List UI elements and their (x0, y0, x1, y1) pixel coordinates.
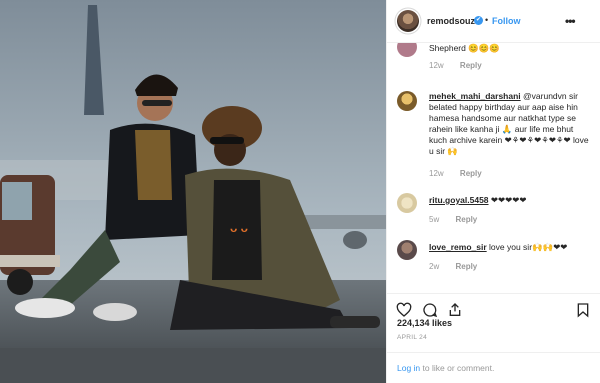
comment-username[interactable]: love_remo_sir (429, 242, 487, 252)
heart-icon[interactable] (396, 302, 412, 318)
reply-button[interactable]: Reply (455, 215, 477, 224)
login-text: to like or comment. (420, 363, 495, 373)
separator-dot: • (485, 15, 489, 25)
post-sidebar: remodsouza ✔ • Follow ••• Shepherd 😊😊😊 1… (386, 0, 600, 383)
comment-icon[interactable] (422, 302, 438, 318)
avatar[interactable] (397, 10, 419, 32)
comment-username[interactable]: ritu.goyal.5458 (429, 195, 489, 205)
comment-meta: 2w Reply (429, 262, 477, 271)
comments-list[interactable]: Shepherd 😊😊😊 12w Reply mehek_mahi_darsha… (387, 43, 600, 293)
post-header: remodsouza ✔ • Follow ••• (387, 0, 600, 43)
bookmark-icon[interactable] (575, 302, 591, 318)
instagram-post: ᴗ ᴗ remodsouza ✔ • Follow ••• Shepherd 😊… (0, 0, 600, 383)
likes-count[interactable]: 224,134 likes (397, 318, 452, 328)
comment-time[interactable]: 12w (429, 61, 444, 70)
post-date[interactable]: APRIL 24 (397, 334, 427, 341)
comment-time[interactable]: 12w (429, 169, 444, 178)
comment-meta: 12w Reply (429, 169, 482, 178)
comment-meta: 5w Reply (429, 215, 477, 224)
comment-time[interactable]: 5w (429, 215, 439, 224)
comment-avatar[interactable] (397, 91, 417, 111)
comment-time[interactable]: 2w (429, 262, 439, 271)
comment-text: Shepherd 😊😊😊 (429, 43, 500, 53)
verified-icon: ✔ (474, 16, 483, 25)
more-icon[interactable]: ••• (565, 14, 576, 28)
reply-button[interactable]: Reply (460, 169, 482, 178)
post-photo[interactable]: ᴗ ᴗ (0, 0, 386, 383)
comment-text: mehek_mahi_darshani @varundvn sir belate… (429, 91, 589, 156)
post-username[interactable]: remodsouza (427, 16, 480, 26)
reply-button[interactable]: Reply (455, 262, 477, 271)
comment-avatar[interactable] (397, 240, 417, 260)
photo-illustration: ᴗ ᴗ (0, 0, 386, 383)
comment-text: love_remo_sir love you sir🙌🙌❤❤ (429, 242, 568, 252)
login-link[interactable]: Log in (397, 363, 420, 373)
share-icon[interactable] (447, 302, 463, 318)
comment-text: ritu.goyal.5458 ❤❤❤❤❤ (429, 195, 527, 205)
comment-avatar[interactable] (397, 193, 417, 213)
reply-button[interactable]: Reply (460, 61, 482, 70)
follow-button[interactable]: Follow (492, 16, 521, 26)
comment-username[interactable]: mehek_mahi_darshani (429, 91, 521, 101)
login-prompt: Log in to like or comment. (387, 352, 600, 383)
svg-text:ᴗ ᴗ: ᴗ ᴗ (230, 221, 248, 235)
comment-avatar[interactable] (397, 43, 417, 57)
comment-meta: 12w Reply (429, 61, 482, 70)
